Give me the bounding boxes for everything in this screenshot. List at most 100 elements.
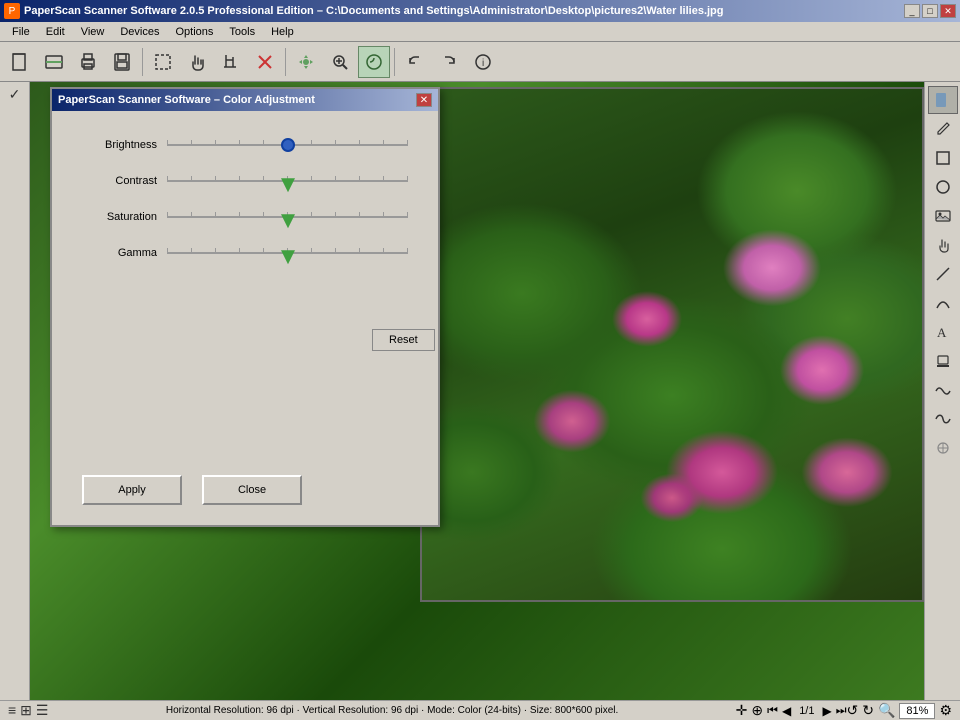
menu-edit[interactable]: Edit xyxy=(38,24,73,40)
right-tool-extra[interactable] xyxy=(928,434,958,462)
toolbar-btn-scan[interactable] xyxy=(38,46,70,78)
title-bar-left: P PaperScan Scanner Software 2.0.5 Profe… xyxy=(4,3,724,19)
nav-move-icon[interactable]: ✛ xyxy=(736,702,748,719)
right-tool-pen[interactable] xyxy=(928,115,958,143)
gamma-thumb[interactable] xyxy=(281,250,295,264)
menu-help[interactable]: Help xyxy=(263,24,302,40)
toolbar: i xyxy=(0,42,960,82)
nav-fit-icon[interactable]: ⊕ xyxy=(751,702,763,719)
toolbar-btn-crop[interactable] xyxy=(215,46,247,78)
close-button[interactable]: ✕ xyxy=(940,4,956,18)
toolbar-btn-new[interactable] xyxy=(4,46,36,78)
page-indicator: 1/1 xyxy=(799,705,814,717)
dialog-close-button[interactable]: ✕ xyxy=(416,93,432,107)
dialog-buttons: Apply Close xyxy=(82,475,302,505)
contrast-thumb[interactable] xyxy=(281,178,295,192)
bottom-left-icons: ≡ ⊞ ☰ xyxy=(8,702,48,719)
brightness-row: Brightness xyxy=(82,131,408,159)
toolbar-btn-undo[interactable] xyxy=(399,46,431,78)
toolbar-btn-delete[interactable] xyxy=(249,46,281,78)
reset-button[interactable]: Reset xyxy=(372,329,435,351)
nav-controls: ✛ ⊕ ⏮ ◀ 1/1 ▶ ⏭ xyxy=(736,702,847,719)
right-tool-wave1[interactable] xyxy=(928,376,958,404)
right-tool-curve[interactable] xyxy=(928,289,958,317)
right-tool-text[interactable]: A xyxy=(928,318,958,346)
title-bar: P PaperScan Scanner Software 2.0.5 Profe… xyxy=(0,0,960,22)
menu-bar: File Edit View Devices Options Tools Hel… xyxy=(0,22,960,42)
toolbar-btn-print[interactable] xyxy=(72,46,104,78)
right-tool-stamp[interactable] xyxy=(928,347,958,375)
right-tool-line[interactable] xyxy=(928,260,958,288)
zoom-search-icon[interactable]: 🔍 xyxy=(878,702,895,719)
view-list-icon[interactable]: ≡ xyxy=(8,702,16,719)
toolbar-sep-3 xyxy=(394,48,395,76)
main-content: ✓ PaperScan Scanner Software – Color Adj… xyxy=(0,82,960,700)
center-area: PaperScan Scanner Software – Color Adjus… xyxy=(30,82,924,700)
rotate-right-icon[interactable]: ↻ xyxy=(862,702,874,719)
view-grid-icon[interactable]: ⊞ xyxy=(20,702,32,719)
preview-area xyxy=(420,87,924,700)
left-panel: ✓ xyxy=(0,82,30,700)
maximize-button[interactable]: □ xyxy=(922,4,938,18)
toolbar-btn-redo[interactable] xyxy=(433,46,465,78)
app-window: P PaperScan Scanner Software 2.0.5 Profe… xyxy=(0,0,960,720)
title-bar-controls: _ □ ✕ xyxy=(904,4,956,18)
svg-text:A: A xyxy=(937,325,947,340)
minimize-button[interactable]: _ xyxy=(904,4,920,18)
right-tool-grab[interactable] xyxy=(928,231,958,259)
close-button[interactable]: Close xyxy=(202,475,302,505)
settings-icon[interactable]: ⚙ xyxy=(939,702,952,719)
dialog-title-bar: PaperScan Scanner Software – Color Adjus… xyxy=(52,89,438,111)
contrast-label: Contrast xyxy=(82,175,157,187)
saturation-label: Saturation xyxy=(82,211,157,223)
app-icon: P xyxy=(4,3,20,19)
brightness-label: Brightness xyxy=(82,139,157,151)
right-tool-wave2[interactable] xyxy=(928,405,958,433)
saturation-row: Saturation xyxy=(82,203,408,231)
window-title: PaperScan Scanner Software 2.0.5 Profess… xyxy=(24,5,724,17)
menu-file[interactable]: File xyxy=(4,24,38,40)
nav-next[interactable]: ▶ xyxy=(822,704,831,718)
toolbar-btn-save[interactable] xyxy=(106,46,138,78)
contrast-row: Contrast xyxy=(82,167,408,195)
toolbar-sep-2 xyxy=(285,48,286,76)
gamma-label: Gamma xyxy=(82,247,157,259)
brightness-slider[interactable] xyxy=(167,135,408,155)
gamma-slider[interactable] xyxy=(167,243,408,263)
brightness-thumb[interactable] xyxy=(281,138,295,152)
nav-prev[interactable]: ◀ xyxy=(782,704,791,718)
right-tool-select[interactable] xyxy=(928,86,958,114)
apply-button[interactable]: Apply xyxy=(82,475,182,505)
toolbar-btn-info[interactable]: i xyxy=(467,46,499,78)
svg-text:i: i xyxy=(482,58,484,69)
rotate-left-icon[interactable]: ↺ xyxy=(847,702,859,719)
view-detail-icon[interactable]: ☰ xyxy=(36,702,49,719)
toolbar-btn-color-adj[interactable] xyxy=(358,46,390,78)
menu-tools[interactable]: Tools xyxy=(221,24,263,40)
color-adjustment-dialog: PaperScan Scanner Software – Color Adjus… xyxy=(50,87,440,527)
status-bar: ≡ ⊞ ☰ Horizontal Resolution: 96 dpi · Ve… xyxy=(0,700,960,720)
toolbar-btn-hand[interactable] xyxy=(181,46,213,78)
right-tool-circle[interactable] xyxy=(928,173,958,201)
toolbar-sep-1 xyxy=(142,48,143,76)
status-text: Horizontal Resolution: 96 dpi · Vertical… xyxy=(48,705,735,716)
saturation-slider[interactable] xyxy=(167,207,408,227)
contrast-slider[interactable] xyxy=(167,171,408,191)
right-toolbar: A xyxy=(924,82,960,700)
nav-first[interactable]: ⏮ xyxy=(767,703,778,718)
nav-last[interactable]: ⏭ xyxy=(836,703,847,718)
toolbar-btn-zoom-in[interactable] xyxy=(324,46,356,78)
toolbar-btn-move[interactable] xyxy=(290,46,322,78)
right-tool-rect[interactable] xyxy=(928,144,958,172)
right-tool-image[interactable] xyxy=(928,202,958,230)
saturation-thumb[interactable] xyxy=(281,214,295,228)
menu-devices[interactable]: Devices xyxy=(112,24,167,40)
menu-view[interactable]: View xyxy=(73,24,113,40)
toolbar-btn-select[interactable] xyxy=(147,46,179,78)
menu-options[interactable]: Options xyxy=(167,24,221,40)
check-mark: ✓ xyxy=(9,86,21,103)
dialog-content: Brightness Contrast xyxy=(52,111,438,287)
zoom-value[interactable]: 81% xyxy=(899,703,935,719)
gamma-row: Gamma xyxy=(82,239,408,267)
preview-image xyxy=(420,87,924,602)
